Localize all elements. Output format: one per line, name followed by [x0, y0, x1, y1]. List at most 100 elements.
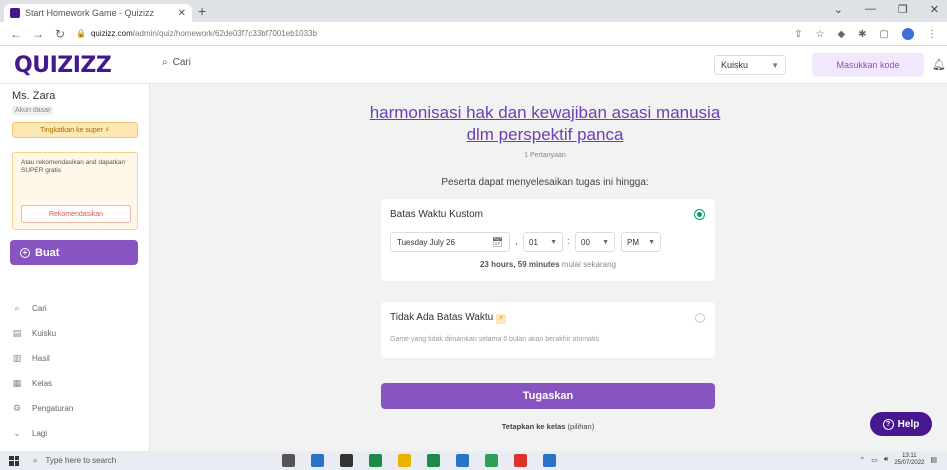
browser-menu-icon[interactable]: ⋮ — [927, 29, 937, 40]
search-icon: ⌕ — [14, 303, 20, 313]
sidebar-item-label: Kelas — [32, 379, 53, 388]
upgrade-label: Tingkatkan ke super — [40, 126, 103, 134]
referral-promo-card: Atau rekomendasikan and dapatkan SUPER g… — [12, 152, 138, 230]
no-deadline-label: Tidak Ada Batas Waktu — [390, 312, 494, 323]
referral-promo-text: Atau rekomendasikan and dapatkan SUPER g… — [21, 159, 126, 175]
taskbar-app-icon[interactable] — [456, 454, 469, 467]
reports-icon: ▥ — [12, 353, 22, 363]
custom-deadline-card[interactable]: Batas Waktu Kustom Tuesday July 26 📅︎ , … — [381, 199, 715, 281]
search-input[interactable]: ⌕ Cari — [162, 57, 191, 68]
sidebar-item-settings[interactable]: ⚙︎ Pengaturan — [12, 403, 73, 414]
url-field[interactable]: 🔒 quizizz.com/admin/quiz/homework/62de03… — [76, 29, 317, 38]
minute-value: 00 — [581, 237, 590, 247]
puzzle-icon[interactable]: ✱ — [858, 29, 866, 40]
sidebar-item-label: Lagi — [32, 429, 48, 438]
help-button[interactable]: ? Help — [870, 412, 932, 436]
no-deadline-card[interactable]: Tidak Ada Batas Waktu ⚡︎ Game yang tidak … — [381, 302, 715, 358]
new-tab-icon[interactable]: + — [198, 3, 206, 19]
tab-search-icon[interactable]: ⌄ — [834, 3, 843, 16]
create-label: Buat — [35, 246, 60, 259]
separator: , — [515, 236, 518, 246]
taskbar-app-icon[interactable] — [340, 454, 353, 467]
library-select[interactable]: Kuisku ▼ — [714, 55, 786, 75]
taskbar-app-icon[interactable] — [311, 454, 324, 467]
forward-icon[interactable]: → — [32, 27, 44, 41]
main-content: harmonisasi hak dan kewajiban asasi manu… — [150, 84, 947, 451]
deadline-prompt: Peserta dapat menyelesaikan tugas ini hi… — [441, 177, 649, 188]
sidebar-item-classes[interactable]: ▦ Kelas — [12, 378, 52, 389]
more-icon: ⌄ — [13, 428, 21, 438]
taskbar-app-icon[interactable] — [427, 454, 440, 467]
sidebar-item-library[interactable]: ▤ Kuisku — [12, 328, 56, 339]
lightning-icon: ⚡︎ — [496, 314, 507, 324]
reload-icon[interactable]: ↻ — [54, 27, 66, 41]
taskbar-app-icon[interactable] — [485, 454, 498, 467]
taskbar-search-input[interactable]: ⌕ Type here to search — [33, 451, 183, 470]
upgrade-button[interactable]: Tingkatkan ke super ⚡︎ — [12, 122, 138, 138]
share-icon[interactable]: ⇪ — [794, 29, 802, 40]
extension-icon[interactable]: ◆ — [837, 29, 845, 40]
taskbar-search-placeholder: Type here to search — [45, 456, 117, 465]
sidebar-item-more[interactable]: ⌄ Lagi — [12, 428, 47, 439]
sidebar-item-reports[interactable]: ▥ Hasil — [12, 353, 50, 364]
ampm-value: PM — [627, 237, 639, 247]
windows-start-icon[interactable] — [9, 455, 19, 466]
bookmark-star-icon[interactable]: ☆ — [815, 29, 824, 40]
notification-bell-icon[interactable]: 🔔︎ — [932, 58, 946, 71]
library-select-value: Kuisku — [721, 60, 749, 70]
notifications-icon[interactable]: ▤ — [930, 456, 937, 464]
create-button[interactable]: + Buat — [10, 240, 138, 265]
system-tray: ⌃ ▭ 🔊︎ 13:11 25/07/2022 ▤ — [859, 453, 937, 466]
network-icon[interactable]: ▭ — [871, 456, 878, 464]
quiz-title[interactable]: harmonisasi hak dan kewajiban asasi manu… — [355, 102, 735, 146]
browser-tab[interactable]: Start Homework Game - Quizizz ✕ — [4, 4, 192, 22]
assign-to-class-label: Tetapkan ke kelas — [501, 422, 566, 431]
no-deadline-title: Tidak Ada Batas Waktu ⚡︎ — [390, 312, 507, 324]
tab-close-icon[interactable]: ✕ — [178, 8, 186, 19]
ampm-select[interactable]: PM ▼ — [621, 232, 661, 252]
enter-code-button[interactable]: Masukkan kode — [812, 53, 924, 77]
taskbar-app-icon[interactable] — [514, 454, 527, 467]
lock-icon: 🔒 — [76, 29, 86, 38]
taskbar-app-icon[interactable] — [398, 454, 411, 467]
sidebar-icon[interactable]: ▢ — [880, 29, 889, 40]
assign-button[interactable]: Tugaskan — [381, 383, 715, 409]
recommend-button[interactable]: Rekomendasikan — [21, 205, 131, 223]
hour-select[interactable]: 01 ▼ — [523, 232, 563, 252]
tab-title: Start Homework Game - Quizizz — [25, 8, 155, 18]
quizizz-logo[interactable]: QUIZIZZ — [14, 53, 112, 78]
maximize-icon[interactable]: ❐ — [898, 3, 908, 16]
windows-taskbar: ⌕ Type here to search ⌃ ▭ 🔊︎ 13:11 25/07… — [0, 451, 947, 470]
minute-select[interactable]: 00 ▼ — [575, 232, 615, 252]
window-controls: ⌄ — ❐ ✕ — [834, 3, 939, 16]
window-close-icon[interactable]: ✕ — [930, 3, 939, 16]
optional-label: (pilihan) — [567, 422, 595, 431]
taskbar-app-icon[interactable] — [543, 454, 556, 467]
date-value: Tuesday July 26 — [397, 237, 455, 247]
sidebar-item-search[interactable]: ⌕ Cari — [12, 303, 46, 314]
no-deadline-radio[interactable] — [695, 313, 705, 323]
taskbar-app-icon[interactable] — [282, 454, 295, 467]
back-icon[interactable]: ← — [10, 27, 22, 41]
taskbar-app-icon[interactable] — [369, 454, 382, 467]
minimize-icon[interactable]: — — [865, 3, 876, 16]
profile-avatar-icon[interactable] — [902, 28, 914, 40]
settings-icon: ⚙︎ — [12, 403, 22, 413]
url-path: /admin/quiz/homework/62de03f7c33bf7001eb… — [132, 29, 317, 38]
hour-value: 01 — [529, 237, 538, 247]
browser-tab-bar: Start Homework Game - Quizizz ✕ + ⌄ — ❐ … — [0, 0, 947, 22]
calendar-icon: 📅︎ — [491, 236, 503, 247]
quizizz-favicon-icon — [10, 8, 20, 18]
clock-time: 13:11 — [902, 453, 917, 459]
tray-chevron-icon[interactable]: ⌃ — [859, 456, 865, 464]
custom-deadline-radio[interactable] — [694, 209, 705, 220]
chevron-down-icon: ▼ — [602, 238, 609, 246]
date-picker[interactable]: Tuesday July 26 📅︎ — [390, 232, 510, 252]
chevron-down-icon: ▼ — [648, 238, 655, 246]
clock[interactable]: 13:11 25/07/2022 — [894, 453, 924, 466]
assign-to-class-link[interactable]: Tetapkan ke kelas (pilihan) — [381, 422, 715, 431]
address-bar: ← → ↻ 🔒 quizizz.com/admin/quiz/homework/… — [0, 22, 947, 46]
search-icon: ⌕ — [33, 455, 38, 465]
time-remaining-value: 23 hours, 59 minutes — [479, 260, 560, 269]
volume-icon[interactable]: 🔊︎ — [884, 456, 888, 464]
